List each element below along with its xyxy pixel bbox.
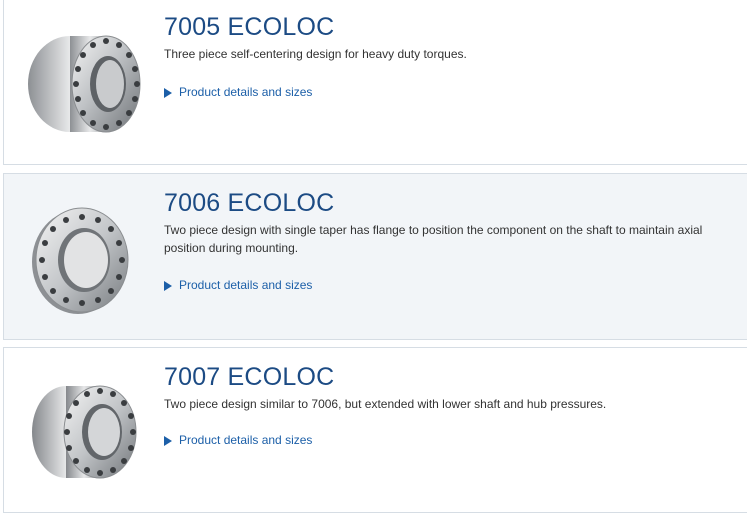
play-arrow-icon [164, 88, 172, 98]
product-details-link[interactable]: Product details and sizes [164, 278, 312, 292]
locking-assembly-three-piece-icon [28, 35, 141, 133]
product-details-link[interactable]: Product details and sizes [164, 433, 312, 447]
locking-assembly-image[interactable] [18, 28, 148, 138]
product-details-link-label: Product details and sizes [179, 85, 313, 99]
product-card-7006: 7006 ECOLOC Two piece design with single… [3, 173, 747, 340]
play-arrow-icon [164, 436, 172, 446]
product-card-7007: 7007 ECOLOC Two piece design similar to … [3, 347, 747, 513]
product-title: 7007 ECOLOC [164, 363, 335, 391]
locking-assembly-image[interactable] [18, 204, 148, 314]
product-description: Three piece self-centering design for he… [164, 47, 467, 61]
locking-assembly-image[interactable] [18, 374, 148, 484]
locking-assembly-flanged-icon [32, 207, 129, 314]
product-title: 7006 ECOLOC [164, 189, 335, 217]
locking-assembly-extended-icon [32, 385, 137, 479]
product-details-link[interactable]: Product details and sizes [164, 85, 312, 99]
product-description: Two piece design with single taper has f… [164, 223, 703, 255]
product-card-7005: 7005 ECOLOC Three piece self-centering d… [3, 0, 747, 165]
product-details-link-label: Product details and sizes [179, 278, 313, 292]
product-title: 7005 ECOLOC [164, 13, 335, 41]
product-description: Two piece design similar to 7006, but ex… [164, 397, 607, 411]
play-arrow-icon [164, 281, 172, 291]
product-details-link-label: Product details and sizes [179, 433, 313, 447]
